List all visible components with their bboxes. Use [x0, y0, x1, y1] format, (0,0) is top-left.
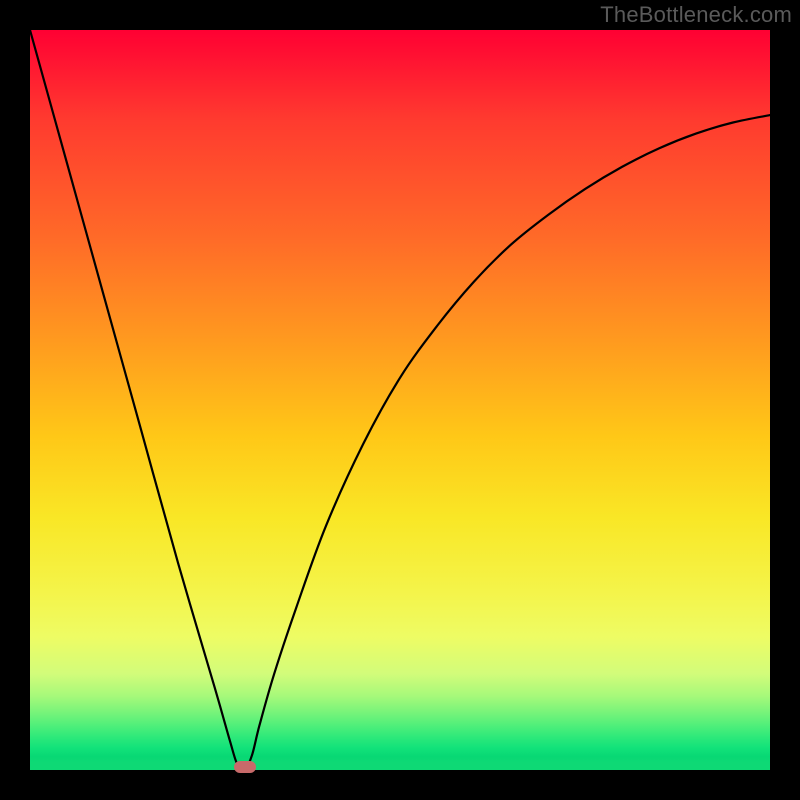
chart-frame: TheBottleneck.com	[0, 0, 800, 800]
curve-svg	[30, 30, 770, 770]
min-marker	[234, 761, 256, 773]
plot-area	[30, 30, 770, 770]
watermark-text: TheBottleneck.com	[600, 2, 792, 28]
bottleneck-curve	[30, 30, 770, 770]
